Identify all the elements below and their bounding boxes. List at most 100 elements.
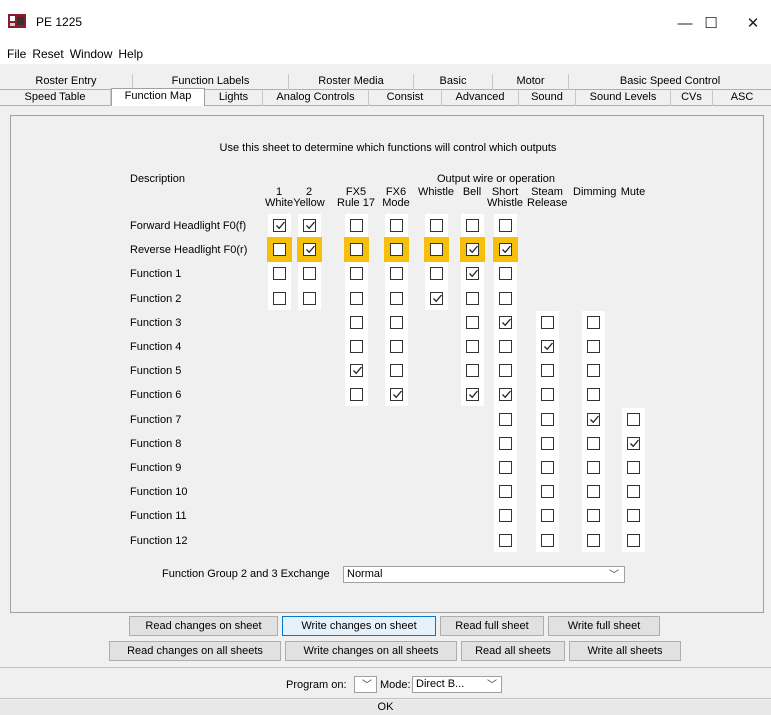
tab-asc[interactable]: ASC (713, 90, 771, 106)
checkbox-unchecked[interactable] (499, 485, 512, 499)
checkbox-unchecked[interactable] (587, 315, 600, 329)
menu-reset[interactable]: Reset (29, 44, 66, 64)
checkbox-unchecked[interactable] (587, 388, 600, 402)
checkbox-unchecked[interactable] (466, 364, 479, 378)
checkbox-checked[interactable] (499, 243, 512, 257)
checkbox-unchecked[interactable] (587, 340, 600, 353)
checkbox-unchecked[interactable] (499, 509, 512, 523)
checkbox-unchecked[interactable] (466, 340, 479, 353)
mode-select[interactable]: Direct B... ﹀ (412, 676, 502, 693)
checkbox-unchecked[interactable] (430, 219, 443, 232)
checkbox-unchecked[interactable] (466, 315, 479, 329)
read-changes-sheet-button[interactable]: Read changes on sheet (129, 616, 278, 636)
checkbox-unchecked[interactable] (627, 533, 640, 547)
tab-roster-media[interactable]: Roster Media (289, 74, 414, 90)
checkbox-unchecked[interactable] (390, 243, 403, 257)
tab-function-map[interactable]: Function Map (111, 88, 205, 106)
checkbox-checked[interactable] (466, 267, 479, 281)
checkbox-unchecked[interactable] (499, 412, 512, 426)
checkbox-unchecked[interactable] (350, 243, 363, 257)
program-on-select[interactable]: ﹀ (354, 676, 377, 693)
tab-advanced[interactable]: Advanced (442, 90, 519, 106)
write-all-button[interactable]: Write all sheets (569, 641, 681, 661)
checkbox-unchecked[interactable] (587, 533, 600, 547)
checkbox-unchecked[interactable] (390, 364, 403, 378)
checkbox-unchecked[interactable] (303, 267, 316, 281)
checkbox-unchecked[interactable] (499, 340, 512, 353)
checkbox-unchecked[interactable] (499, 219, 512, 232)
checkbox-checked[interactable] (627, 436, 640, 450)
checkbox-unchecked[interactable] (499, 461, 512, 474)
checkbox-checked[interactable] (303, 219, 316, 232)
checkbox-unchecked[interactable] (390, 219, 403, 232)
checkbox-unchecked[interactable] (390, 315, 403, 329)
checkbox-unchecked[interactable] (350, 340, 363, 353)
write-full-sheet-button[interactable]: Write full sheet (548, 616, 660, 636)
write-changes-all-button[interactable]: Write changes on all sheets (285, 641, 457, 661)
checkbox-checked[interactable] (499, 315, 512, 329)
tab-consist[interactable]: Consist (369, 90, 442, 106)
checkbox-unchecked[interactable] (587, 461, 600, 474)
checkbox-checked[interactable] (430, 291, 443, 305)
checkbox-unchecked[interactable] (273, 291, 286, 305)
checkbox-checked[interactable] (466, 388, 479, 402)
checkbox-unchecked[interactable] (390, 340, 403, 353)
checkbox-unchecked[interactable] (541, 388, 554, 402)
checkbox-unchecked[interactable] (466, 291, 479, 305)
checkbox-unchecked[interactable] (273, 243, 286, 257)
tab-cvs[interactable]: CVs (671, 90, 713, 106)
checkbox-checked[interactable] (273, 219, 286, 232)
checkbox-unchecked[interactable] (430, 267, 443, 281)
ok-button[interactable]: OK (0, 700, 771, 715)
checkbox-unchecked[interactable] (541, 364, 554, 378)
checkbox-unchecked[interactable] (350, 291, 363, 305)
tab-basic[interactable]: Basic (414, 74, 493, 90)
close-button[interactable]: ✕ (732, 9, 771, 37)
read-changes-all-button[interactable]: Read changes on all sheets (109, 641, 281, 661)
checkbox-unchecked[interactable] (499, 267, 512, 281)
read-all-button[interactable]: Read all sheets (461, 641, 565, 661)
checkbox-unchecked[interactable] (430, 243, 443, 257)
tab-motor[interactable]: Motor (493, 74, 569, 90)
checkbox-unchecked[interactable] (587, 436, 600, 450)
write-changes-sheet-button[interactable]: Write changes on sheet (282, 616, 436, 636)
menu-window[interactable]: Window (67, 44, 116, 64)
checkbox-unchecked[interactable] (541, 485, 554, 499)
checkbox-checked[interactable] (466, 243, 479, 257)
exchange-select[interactable]: Normal ﹀ (343, 566, 625, 583)
checkbox-unchecked[interactable] (273, 267, 286, 281)
checkbox-unchecked[interactable] (303, 291, 316, 305)
checkbox-checked[interactable] (390, 388, 403, 402)
tab-analog-controls[interactable]: Analog Controls (263, 90, 369, 106)
checkbox-unchecked[interactable] (541, 412, 554, 426)
checkbox-unchecked[interactable] (350, 267, 363, 281)
checkbox-unchecked[interactable] (390, 291, 403, 305)
tab-sound-levels[interactable]: Sound Levels (576, 90, 671, 106)
tab-sound[interactable]: Sound (519, 90, 576, 106)
checkbox-unchecked[interactable] (499, 533, 512, 547)
read-full-sheet-button[interactable]: Read full sheet (440, 616, 544, 636)
checkbox-unchecked[interactable] (587, 485, 600, 499)
tab-lights[interactable]: Lights (205, 90, 263, 106)
maximize-button[interactable]: ☐ (690, 9, 732, 37)
checkbox-unchecked[interactable] (541, 461, 554, 474)
menu-file[interactable]: File (4, 44, 29, 64)
checkbox-unchecked[interactable] (499, 436, 512, 450)
checkbox-unchecked[interactable] (627, 485, 640, 499)
checkbox-unchecked[interactable] (350, 315, 363, 329)
checkbox-unchecked[interactable] (350, 219, 363, 232)
checkbox-checked[interactable] (499, 388, 512, 402)
checkbox-unchecked[interactable] (627, 412, 640, 426)
checkbox-unchecked[interactable] (587, 509, 600, 523)
checkbox-checked[interactable] (350, 364, 363, 378)
menu-help[interactable]: Help (115, 44, 146, 64)
checkbox-unchecked[interactable] (350, 388, 363, 402)
checkbox-unchecked[interactable] (499, 291, 512, 305)
checkbox-checked[interactable] (303, 243, 316, 257)
checkbox-unchecked[interactable] (587, 364, 600, 378)
tab-basic-speed-control[interactable]: Basic Speed Control (569, 74, 771, 90)
checkbox-unchecked[interactable] (466, 219, 479, 232)
checkbox-checked[interactable] (541, 340, 554, 353)
checkbox-checked[interactable] (587, 412, 600, 426)
checkbox-unchecked[interactable] (541, 436, 554, 450)
